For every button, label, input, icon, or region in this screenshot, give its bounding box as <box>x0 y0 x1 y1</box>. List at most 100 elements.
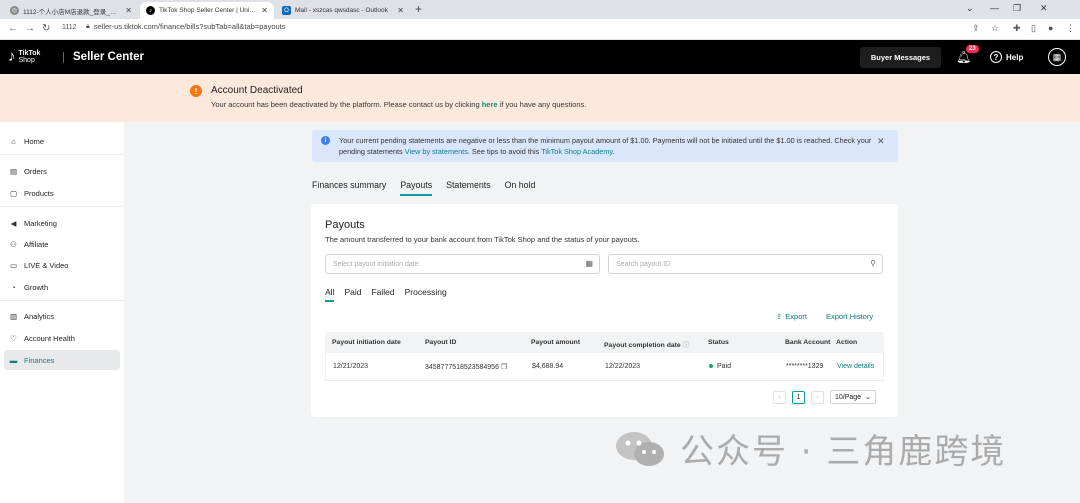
browser-tab-2[interactable]: ♪ TikTok Shop Seller Center | United S ✕ <box>140 2 274 19</box>
view-by-statements-link[interactable]: View by statements <box>405 147 468 156</box>
completion-date-cell: 12/22/2023 <box>605 363 641 370</box>
divider <box>0 300 124 301</box>
page-size-select[interactable]: 10/Page ⌄ <box>830 390 876 404</box>
payout-id-search-input[interactable]: Search payout ID ⚲ <box>608 254 883 274</box>
tab-on-hold[interactable]: On hold <box>505 180 536 196</box>
sidebar-item-live-video[interactable]: ▭ LIVE & Video <box>4 255 120 275</box>
sidepanel-icon[interactable]: ▯ <box>1031 23 1036 34</box>
reload-icon[interactable]: ↻ <box>42 23 50 34</box>
tab-all[interactable]: All <box>325 287 335 302</box>
chevron-down-icon[interactable]: ⌄ <box>966 3 974 14</box>
marketing-icon: ◀ <box>10 218 17 228</box>
browser-tab-1[interactable]: ◎ 1112-个人小店M店退款_登录_登录_( ✕ <box>4 2 138 19</box>
tab-finances-summary[interactable]: Finances summary <box>312 180 386 196</box>
restore-icon[interactable]: ❐ <box>1013 3 1021 14</box>
tab-processing[interactable]: Processing <box>405 287 447 302</box>
status-badge: Paid <box>709 363 731 370</box>
sidebar-item-label: Products <box>24 188 54 198</box>
question-icon: ? <box>990 51 1002 63</box>
page-number-button[interactable]: 1 <box>792 390 805 404</box>
tab-paid[interactable]: Paid <box>344 287 361 302</box>
help-circle-icon[interactable]: ⓘ <box>683 342 690 349</box>
header-divider <box>63 52 64 63</box>
close-icon[interactable]: ✕ <box>397 6 404 15</box>
watermark-text: 公众号 · 三角鹿跨境 <box>680 432 1007 472</box>
copy-icon[interactable]: ❐ <box>501 364 507 371</box>
sidebar-item-marketing[interactable]: ◀ Marketing <box>4 213 120 233</box>
close-icon[interactable]: ✕ <box>125 6 132 15</box>
tab-statements[interactable]: Statements <box>446 180 491 196</box>
address-bar[interactable]: 🔒︎ seller-us.tiktok.com/finance/bills?su… <box>86 22 286 31</box>
sidebar-item-growth[interactable]: ◔ Growth <box>4 277 120 297</box>
prev-page-button[interactable]: ‹ <box>773 390 786 404</box>
minimize-icon[interactable]: — <box>990 3 999 13</box>
sidebar-item-label: Analytics <box>24 311 55 321</box>
column-header: Status <box>708 339 729 346</box>
export-history-button[interactable]: Export History <box>826 312 873 321</box>
bank-account-cell: ********1329 <box>786 363 824 370</box>
sidebar-item-label: Growth <box>24 282 49 292</box>
close-icon[interactable]: ✕ <box>877 136 885 147</box>
next-page-button[interactable]: › <box>811 390 824 404</box>
sidebar-item-label: Finances <box>24 355 55 365</box>
help-button[interactable]: ? Help <box>990 51 1023 63</box>
orders-icon: ▤ <box>9 166 18 176</box>
sidebar-item-analytics[interactable]: ▥ Analytics <box>4 306 120 326</box>
initiation-date-cell: 12/21/2023 <box>333 363 369 370</box>
column-header: Payout amount <box>531 339 581 346</box>
sidebar-item-products[interactable]: ▢ Products <box>4 183 120 203</box>
alert-text: Your current pending statements are nega… <box>339 136 872 156</box>
sidebar-item-affiliate[interactable]: ⚇ Affiliate <box>4 234 120 254</box>
sidebar-item-finances[interactable]: ▬ Finances <box>4 350 120 370</box>
profile-label: 1112 <box>62 24 77 31</box>
export-button[interactable]: ⇪ Export <box>776 312 807 321</box>
close-icon[interactable]: ✕ <box>261 6 268 15</box>
column-header: Action <box>836 339 858 346</box>
star-icon[interactable]: ☆ <box>991 23 999 34</box>
share-icon[interactable]: ⇪ <box>972 23 980 34</box>
tiktok-shop-academy-link[interactable]: TikTok Shop Academy <box>541 147 612 156</box>
tab-payouts[interactable]: Payouts <box>400 180 433 196</box>
payout-date-picker[interactable]: Select payout initiation date ▦ <box>325 254 600 274</box>
browser-navbar: ← → ↻ 1112 🔒︎ seller-us.tiktok.com/finan… <box>0 19 1080 40</box>
buyer-messages-button[interactable]: Buyer Messages <box>860 47 941 68</box>
pending-statements-alert: i Your current pending statements are ne… <box>312 130 898 162</box>
profile-avatar-icon[interactable]: ● <box>1048 23 1053 33</box>
forward-icon[interactable]: → <box>25 23 35 34</box>
tiktok-shop-logo[interactable]: ♪ TikTok Shop <box>8 48 40 65</box>
column-header: Bank Account <box>785 339 831 346</box>
browser-tab-3[interactable]: O Mail - xszcas qwsdasc - Outlook ✕ <box>276 2 410 19</box>
sidebar-item-label: Account Health <box>24 333 75 343</box>
sidebar-item-label: Marketing <box>24 218 57 228</box>
info-icon: i <box>321 136 330 145</box>
affiliate-icon: ⚇ <box>10 239 17 249</box>
view-details-link[interactable]: View details <box>837 363 874 370</box>
table-header: Payout initiation date Payout ID Payout … <box>325 332 884 353</box>
sidebar-item-account-health[interactable]: ♡ Account Health <box>4 328 120 348</box>
divider <box>0 206 124 207</box>
banner-title: Account Deactivated <box>211 85 303 96</box>
sidebar-item-home[interactable]: ⌂ Home <box>4 131 120 151</box>
wechat-logo-icon <box>614 429 668 469</box>
new-tab-button[interactable]: + <box>415 2 422 16</box>
extensions-icon[interactable]: ✚ <box>1013 23 1021 34</box>
window-close-icon[interactable]: ✕ <box>1040 3 1048 14</box>
search-icon: ⚲ <box>870 259 876 268</box>
menu-icon[interactable]: ⋮ <box>1066 23 1075 34</box>
url-text: seller-us.tiktok.com/finance/bills?subTa… <box>93 22 286 31</box>
sidebar-item-orders[interactable]: ▤ Orders <box>4 161 120 181</box>
watermark: 公众号 · 三角鹿跨境 <box>614 424 1006 473</box>
table-row: 12/21/2023 3458777518523584956 ❐ $4,688.… <box>325 353 884 381</box>
notification-badge: 23 <box>966 45 979 53</box>
back-icon[interactable]: ← <box>8 23 18 34</box>
banner-here-link[interactable]: here <box>482 100 498 109</box>
app-title: Seller Center <box>73 51 144 63</box>
tab-failed[interactable]: Failed <box>371 287 394 302</box>
payout-id-cell: 3458777518523584956 ❐ <box>425 364 508 371</box>
payouts-card: Payouts The amount transferred to your b… <box>311 204 898 417</box>
export-icon: ⇪ <box>776 312 783 321</box>
column-header: Payout initiation date <box>332 339 401 346</box>
deactivation-banner: ! Account Deactivated Your account has b… <box>0 74 1080 122</box>
browser-tabstrip: ◎ 1112-个人小店M店退款_登录_登录_( ✕ ♪ TikTok Shop … <box>0 0 1080 19</box>
shop-avatar-icon[interactable]: ▦ <box>1048 48 1066 66</box>
